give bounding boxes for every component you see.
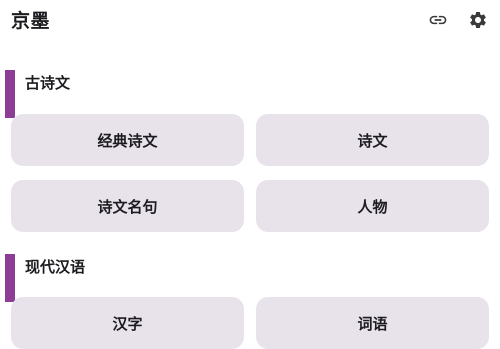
tile-famous-lines[interactable]: 诗文名句 xyxy=(11,180,244,232)
section-accent-bar xyxy=(5,70,15,118)
tile-classic-poems[interactable]: 经典诗文 xyxy=(11,114,244,166)
app-bar: 京墨 xyxy=(0,0,500,42)
tile-people[interactable]: 人物 xyxy=(256,180,489,232)
section-title: 古诗文 xyxy=(25,74,71,92)
section-title: 现代汉语 xyxy=(25,258,86,276)
app-title: 京墨 xyxy=(11,10,51,32)
section-header-classical: 古诗文 xyxy=(0,70,500,118)
section-accent-bar xyxy=(5,254,15,302)
tile-characters[interactable]: 汉字 xyxy=(11,297,244,349)
gear-icon[interactable] xyxy=(467,9,489,31)
tile-words[interactable]: 词语 xyxy=(256,297,489,349)
section-header-modern-chinese: 现代汉语 xyxy=(0,254,500,302)
link-icon[interactable] xyxy=(427,9,449,31)
tile-poems[interactable]: 诗文 xyxy=(256,114,489,166)
